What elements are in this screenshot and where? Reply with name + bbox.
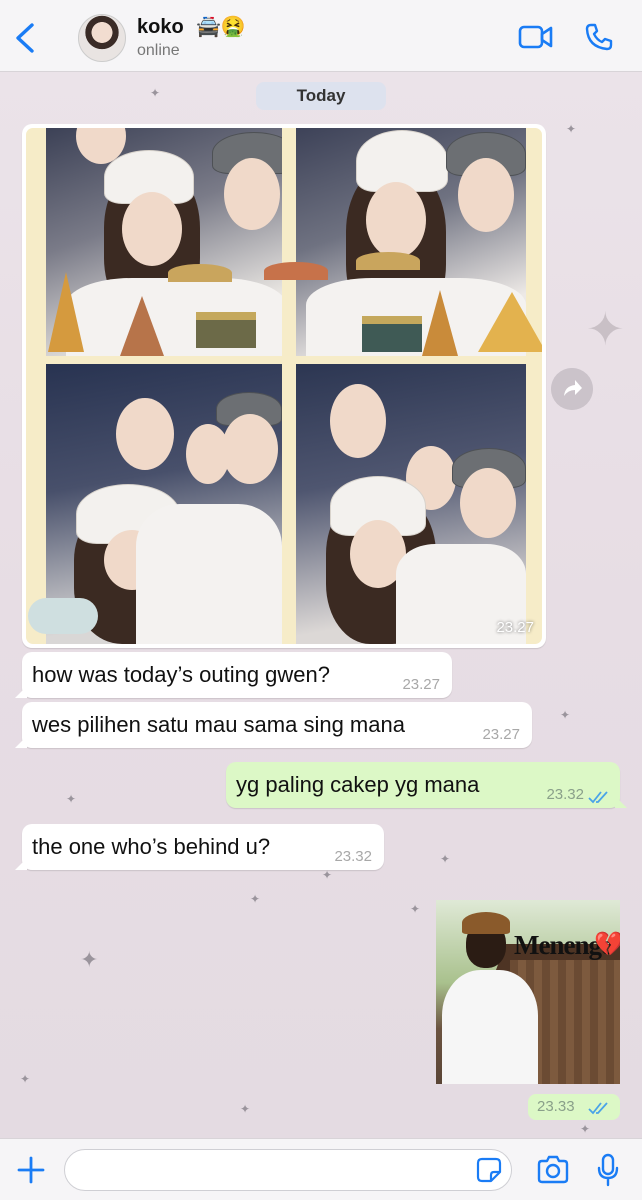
umbrella-illustration	[356, 252, 420, 270]
message-composer	[0, 1138, 642, 1200]
chat-area[interactable]: ✦ ✦ ✦ ✦ ✦ ✦ ✦ ✦ ✦ ✦ ✦ ✦ ✦ Today 23.27 ho…	[0, 72, 642, 1138]
date-separator: Today	[256, 82, 386, 110]
photo-message[interactable]: 23.27	[22, 124, 546, 648]
sparkle-decoration: ✦	[80, 947, 99, 972]
read-receipt-icon	[588, 1102, 608, 1115]
plus-icon[interactable]	[16, 1155, 46, 1185]
message-input[interactable]	[64, 1149, 512, 1191]
message-time: 23.33	[537, 1098, 575, 1115]
phone-icon[interactable]	[584, 22, 614, 52]
stall-illustration	[196, 312, 256, 348]
message-time: 23.27	[402, 676, 440, 693]
message-time: 23.32	[334, 848, 372, 865]
chevron-left-icon[interactable]	[12, 22, 40, 54]
video-camera-icon[interactable]	[518, 24, 554, 50]
sparkle-decoration: ✦	[240, 1102, 251, 1116]
sparkle-decoration: ✦	[66, 792, 77, 806]
temple-illustration	[478, 292, 542, 352]
sparkle-decoration: ✦	[580, 1122, 591, 1136]
stall-illustration	[362, 316, 422, 352]
temple-illustration	[120, 296, 164, 356]
sticker-icon[interactable]	[476, 1157, 502, 1183]
batik-hat-illustration	[462, 912, 510, 934]
message-text: yg paling cakep yg mana	[236, 772, 480, 797]
forward-share-icon[interactable]	[551, 368, 593, 410]
umbrella-illustration	[264, 262, 328, 280]
sticker-message[interactable]: Menengo 💔	[436, 900, 620, 1084]
sparkle-decoration: ✦	[20, 1072, 31, 1086]
message-text: the one who’s behind u?	[32, 834, 271, 859]
temple-illustration	[48, 272, 84, 352]
sticker-time-badge: 23.33	[528, 1094, 620, 1120]
broken-heart-icon: 💔	[594, 931, 620, 958]
temple-illustration	[422, 290, 458, 356]
incoming-message[interactable]: wes pilihen satu mau sama sing mana 23.2…	[15, 702, 532, 748]
message-text: how was today’s outing gwen?	[32, 662, 331, 687]
umbrella-illustration	[168, 264, 232, 282]
incoming-message[interactable]: the one who’s behind u? 23.32	[15, 824, 384, 870]
contact-emoji: 🚔🤮	[196, 16, 246, 38]
sparkle-decoration: ✦	[150, 86, 161, 100]
sparkle-decoration: ✦	[566, 122, 577, 136]
contact-name[interactable]: koko	[137, 16, 184, 39]
message-time: 23.27	[482, 726, 520, 743]
cloud-illustration	[28, 598, 98, 634]
sparkle-decoration: ✦	[440, 852, 451, 866]
microphone-icon[interactable]	[596, 1153, 620, 1187]
read-receipt-icon	[588, 791, 608, 804]
sparkle-decoration: ✦	[586, 303, 625, 355]
chat-header: koko 🚔🤮 online	[0, 0, 642, 72]
photo-booth-image[interactable]: 23.27	[26, 128, 542, 644]
sparkle-decoration: ✦	[410, 902, 421, 916]
message-time: 23.32	[546, 786, 584, 803]
avatar[interactable]	[78, 14, 126, 62]
contact-status: online	[137, 42, 180, 59]
sparkle-decoration: ✦	[322, 868, 333, 882]
incoming-message[interactable]: how was today’s outing gwen? 23.27	[15, 652, 452, 698]
message-text: wes pilihen satu mau sama sing mana	[32, 712, 405, 737]
message-time: 23.27	[496, 619, 534, 636]
outgoing-message[interactable]: yg paling cakep yg mana 23.32	[226, 762, 627, 808]
sparkle-decoration: ✦	[560, 708, 571, 722]
camera-icon[interactable]	[536, 1155, 570, 1185]
photo-frame	[296, 364, 526, 644]
sparkle-decoration: ✦	[250, 892, 261, 906]
